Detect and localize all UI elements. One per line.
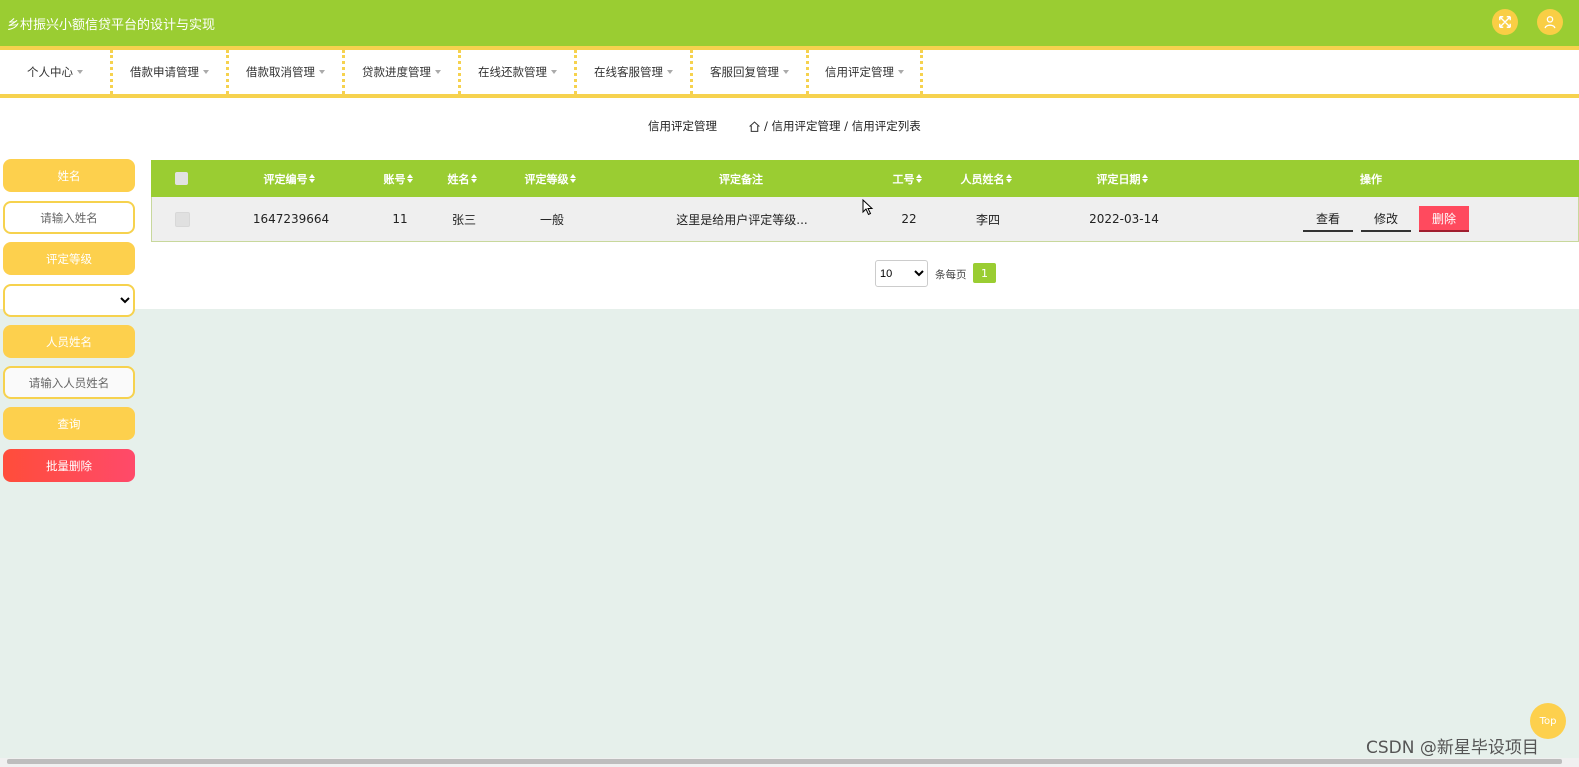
nav-item-label: 借款取消管理 — [246, 65, 315, 79]
nav-item-label: 贷款进度管理 — [362, 65, 431, 79]
page-title: 信用评定管理 — [648, 119, 717, 133]
row-checkbox[interactable] — [170, 197, 194, 241]
column-header-id[interactable]: 评定编号 — [231, 160, 349, 197]
cell-remark: 这里是给用户评定等级... — [676, 212, 808, 227]
top-header-bar — [0, 0, 1579, 46]
user-icon[interactable] — [1537, 9, 1563, 35]
sort-icon — [1141, 173, 1150, 184]
nav-item-loan-cancel[interactable]: 借款取消管理 — [229, 50, 342, 94]
select-all-checkbox[interactable] — [169, 160, 193, 197]
column-header-label: 评定备注 — [719, 172, 763, 186]
per-page-label: 条每页 — [935, 269, 967, 281]
edit-button[interactable]: 修改 — [1361, 206, 1411, 232]
chevron-down-icon — [77, 70, 83, 74]
name-input[interactable] — [3, 201, 135, 234]
staff-name-input[interactable] — [3, 366, 135, 399]
column-header-label: 工号 — [892, 172, 915, 186]
cell-staff-name: 李四 — [975, 212, 1000, 227]
nav-item-personal-center[interactable]: 个人中心 — [0, 50, 110, 94]
column-header-label: 评定编号 — [263, 172, 308, 186]
cell-name: 张三 — [451, 212, 476, 227]
checkbox-box — [174, 211, 190, 227]
fullscreen-icon[interactable] — [1492, 9, 1518, 35]
staff-name-label: 人员姓名 — [3, 325, 135, 358]
nav-item-online-service[interactable]: 在线客服管理 — [577, 50, 690, 94]
app-title: 乡村振兴小额信贷平台的设计与实现 — [7, 18, 216, 33]
nav-item-label: 信用评定管理 — [825, 65, 894, 79]
table-header: 评定编号 账号 姓名 评定等级 评定备注 工号 人员姓名 评定日期 操作 — [151, 160, 1579, 197]
nav-divider — [920, 50, 923, 94]
sort-icon — [915, 173, 924, 184]
nav-menu-bar: 个人中心 借款申请管理 借款取消管理 贷款进度管理 在线还款管理 在线客服管理 … — [0, 50, 1579, 94]
nav-item-loan-application[interactable]: 借款申请管理 — [113, 50, 226, 94]
view-button[interactable]: 查看 — [1303, 206, 1353, 232]
nav-item-label: 客服回复管理 — [710, 65, 779, 79]
breadcrumb: / 信用评定管理 / 信用评定列表 — [748, 118, 921, 134]
cell-id: 1647239664 — [252, 212, 330, 226]
nav-item-label: 在线客服管理 — [594, 65, 663, 79]
grade-select[interactable] — [3, 284, 135, 317]
breadcrumb-path[interactable]: / 信用评定管理 / 信用评定列表 — [764, 118, 921, 134]
column-header-label: 评定日期 — [1096, 172, 1141, 186]
column-header-label: 操作 — [1360, 172, 1382, 186]
home-icon[interactable] — [748, 120, 761, 133]
column-header-label: 评定等级 — [524, 172, 569, 186]
chevron-down-icon — [551, 70, 557, 74]
column-header-label: 账号 — [383, 172, 406, 186]
nav-item-credit-rating[interactable]: 信用评定管理 — [809, 50, 920, 94]
column-header-grade[interactable]: 评定等级 — [501, 160, 601, 197]
sort-icon — [308, 173, 317, 184]
batch-delete-button[interactable]: 批量删除 — [3, 449, 135, 482]
page-button-current[interactable]: 1 — [973, 263, 996, 283]
chevron-down-icon — [667, 70, 673, 74]
cell-grade: 一般 — [539, 212, 564, 227]
delete-button[interactable]: 删除 — [1419, 206, 1469, 232]
column-header-name[interactable]: 姓名 — [433, 160, 493, 197]
cell-account: 11 — [392, 212, 408, 226]
chevron-down-icon — [783, 70, 789, 74]
grade-label: 评定等级 — [3, 242, 135, 275]
nav-item-loan-progress[interactable]: 贷款进度管理 — [345, 50, 458, 94]
nav-item-label: 借款申请管理 — [130, 65, 199, 79]
nav-item-label: 在线还款管理 — [478, 65, 547, 79]
chevron-down-icon — [319, 70, 325, 74]
column-header-staff-no[interactable]: 工号 — [878, 160, 938, 197]
sort-icon — [406, 173, 415, 184]
page-size-select[interactable]: 10 — [875, 260, 928, 287]
nav-item-label: 个人中心 — [27, 65, 73, 79]
column-header-staff-name[interactable]: 人员姓名 — [947, 160, 1027, 197]
mouse-cursor-icon — [862, 199, 874, 216]
query-button[interactable]: 查询 — [3, 407, 135, 440]
column-header-account[interactable]: 账号 — [369, 160, 429, 197]
chevron-down-icon — [898, 70, 904, 74]
scrollbar-thumb[interactable] — [7, 759, 1562, 764]
sort-icon — [569, 173, 578, 184]
watermark: CSDN @新星毕设项目 — [1366, 738, 1539, 758]
chevron-down-icon — [203, 70, 209, 74]
column-header-actions: 操作 — [1336, 160, 1406, 197]
chevron-down-icon — [435, 70, 441, 74]
cell-staff-no: 22 — [901, 212, 917, 226]
column-header-date[interactable]: 评定日期 — [1073, 160, 1173, 197]
column-header-label: 姓名 — [447, 172, 470, 186]
sort-icon — [470, 173, 479, 184]
column-header-remark: 评定备注 — [641, 160, 841, 197]
name-label: 姓名 — [3, 159, 135, 192]
checkbox-box — [174, 172, 188, 185]
cell-date: 2022-03-14 — [1089, 212, 1159, 226]
nav-item-online-repayment[interactable]: 在线还款管理 — [461, 50, 574, 94]
sort-icon — [1005, 173, 1014, 184]
nav-item-service-reply[interactable]: 客服回复管理 — [693, 50, 806, 94]
column-header-label: 人员姓名 — [960, 172, 1005, 186]
